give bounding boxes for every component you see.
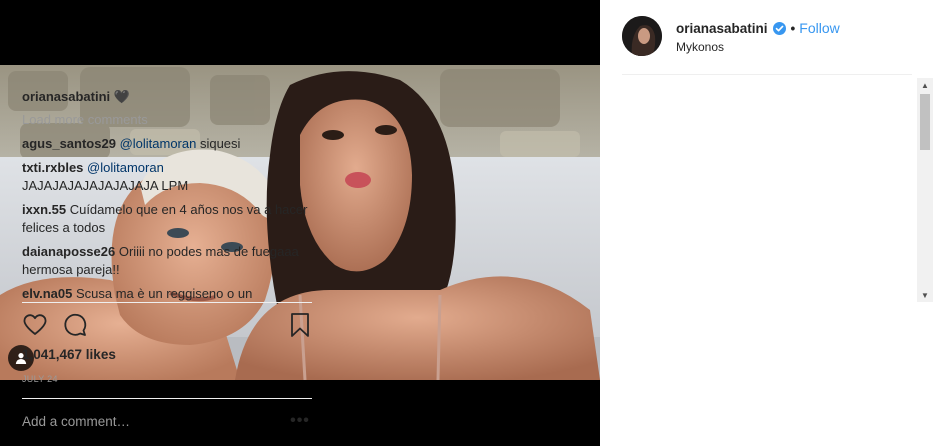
scroll-down-arrow-icon[interactable]: ▼ [917, 288, 933, 302]
divider [22, 302, 312, 303]
comment-mention[interactable]: @lolitamoran [87, 160, 164, 175]
comment-username[interactable]: ixxn.55 [22, 202, 66, 217]
like-button[interactable] [22, 312, 48, 338]
caption: orianasabatini 🖤 [22, 88, 314, 106]
caption-text: 🖤 [113, 89, 130, 104]
comment-item: ixxn.55 Cuídamelo que en 4 años nos va a… [22, 201, 314, 237]
post-date[interactable]: JULY 24 [22, 374, 58, 384]
comment-username[interactable]: daianaposse26 [22, 244, 115, 259]
comment-item: elv.na05 Scusa ma è un reggiseno o un [22, 285, 314, 302]
comment-bubble-icon [64, 313, 87, 336]
post-side-panel: orianasabatini • Follow Mykonos [600, 0, 934, 446]
comment-username[interactable]: elv.na05 [22, 286, 72, 301]
more-options-icon[interactable]: ••• [288, 410, 312, 432]
follow-button[interactable]: Follow [799, 20, 839, 36]
likes-count[interactable]: 1,041,467 likes [22, 347, 116, 362]
add-comment-input[interactable] [22, 410, 272, 432]
comment-item: daianaposse26 Oriiii no podes mas de fue… [22, 243, 314, 279]
avatar[interactable] [622, 16, 662, 56]
header-user-line: orianasabatini • Follow [676, 20, 840, 36]
comments-list[interactable]: orianasabatini 🖤 Load more comments agus… [22, 80, 314, 302]
comment-text: siquesi [196, 136, 241, 151]
comment-text: JAJAJAJAJAJAJAJAJA LPM [22, 178, 189, 193]
comment-button[interactable] [62, 312, 88, 338]
comment-text: Scusa ma è un reggiseno o un [72, 286, 253, 301]
comments-scrollbar[interactable]: ▲ ▼ [917, 78, 933, 302]
comment-item: agus_santos29 @lolitamoran siquesi [22, 135, 314, 153]
comment-item: txti.rxbles @lolitamoran JAJAJAJAJAJAJAJ… [22, 159, 314, 195]
comment-username[interactable]: agus_santos29 [22, 136, 116, 151]
verified-badge-icon [772, 21, 786, 35]
divider [22, 398, 312, 399]
post-header: orianasabatini • Follow Mykonos [600, 0, 934, 74]
header-separator: • [790, 20, 796, 36]
heart-icon [23, 314, 47, 335]
scroll-up-arrow-icon[interactable]: ▲ [917, 78, 933, 92]
save-button[interactable] [288, 312, 314, 338]
location-link[interactable]: Mykonos [676, 40, 724, 54]
bookmark-icon [291, 313, 309, 337]
divider [622, 74, 912, 75]
header-username[interactable]: orianasabatini [676, 21, 768, 36]
caption-username[interactable]: orianasabatini [22, 89, 110, 104]
comment-mention[interactable]: @lolitamoran [120, 136, 197, 151]
scrollbar-thumb[interactable] [920, 94, 930, 150]
load-more-comments-button[interactable]: Load more comments [22, 112, 314, 127]
post-actions [22, 312, 312, 340]
comment-username[interactable]: txti.rxbles [22, 160, 83, 175]
